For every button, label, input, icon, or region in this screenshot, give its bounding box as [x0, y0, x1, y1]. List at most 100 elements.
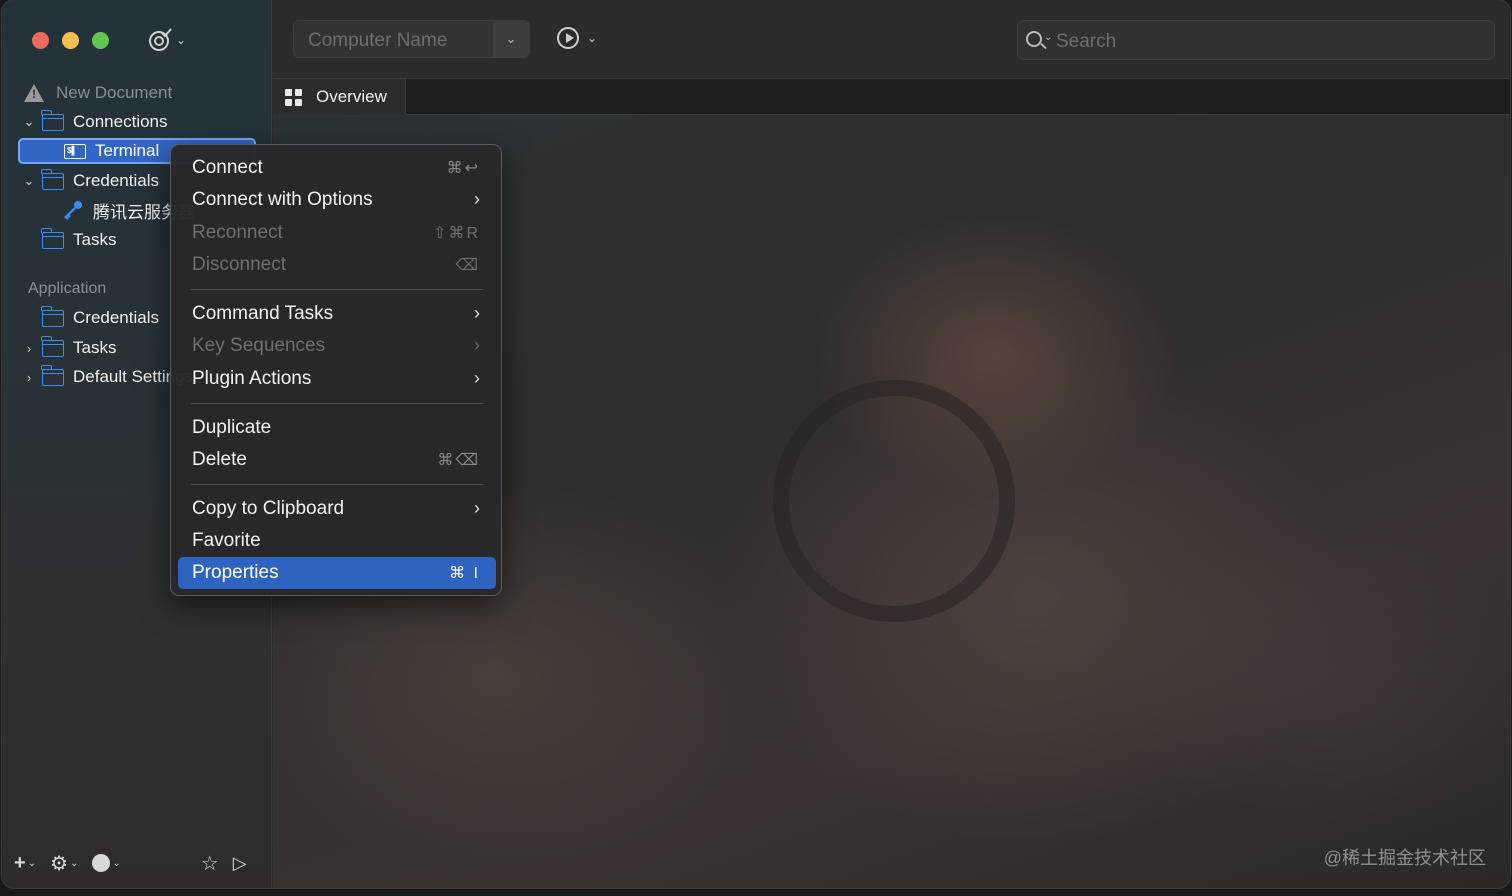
computer-name-placeholder: Computer Name [308, 30, 448, 51]
settings-menu-button[interactable]: ⚙ ⌄ [50, 851, 78, 876]
sidebar-item-tasks[interactable]: Tasks [41, 227, 117, 253]
chevron-right-icon: › [474, 498, 480, 518]
connect-play-button[interactable]: ⌄ [557, 27, 597, 49]
chevron-right-icon: › [474, 189, 480, 209]
chevron-right-icon: › [474, 368, 480, 388]
close-window-button[interactable] [32, 32, 49, 49]
play-circle-icon [557, 27, 579, 49]
zoom-window-button[interactable] [92, 32, 109, 49]
menu-item-label: Disconnect [192, 254, 286, 275]
menu-item-label: Plugin Actions [192, 368, 312, 389]
chevron-down-icon[interactable]: ⌄ [493, 21, 529, 57]
tab-bar: Overview [273, 78, 1510, 115]
shortcut-label: ⌫ [455, 257, 480, 274]
transfer-icon [92, 854, 111, 872]
tab-overview-label: Overview [316, 87, 387, 106]
search-field[interactable]: ⌄ Search [1017, 20, 1495, 60]
document-node[interactable]: New Document [24, 80, 172, 106]
target-check-icon [149, 28, 172, 51]
play-icon[interactable]: ▷ [233, 853, 247, 874]
plus-icon: + [14, 851, 26, 874]
menu-item-label: Duplicate [192, 417, 272, 438]
menu-item-command-tasks[interactable]: Command Tasks › [178, 298, 496, 330]
menu-item-label: Connect [192, 157, 263, 178]
minimize-window-button[interactable] [62, 32, 79, 49]
sidebar-item-credentials[interactable]: ⌄ Credentials [22, 168, 159, 194]
sidebar-item-app-credentials[interactable]: Credentials [41, 305, 159, 331]
chevron-down-icon[interactable]: ⌄ [22, 114, 36, 130]
menu-item-label: Properties [192, 562, 279, 583]
search-icon [1026, 31, 1042, 47]
window-controls [32, 32, 109, 49]
chevron-down-icon: ⌄ [112, 857, 121, 869]
chevron-down-icon[interactable]: ⌄ [22, 173, 36, 189]
sidebar-item-default-settings[interactable]: › Default Settings [22, 364, 193, 390]
menu-item-label: Connect with Options [192, 189, 373, 210]
chevron-right-icon: › [474, 303, 480, 323]
terminal-label: Terminal [95, 141, 160, 160]
watermark-text: @稀土掘金技术社区 [1323, 848, 1486, 868]
folder-icon [41, 305, 64, 327]
menu-item-properties[interactable]: Properties ⌘ I [178, 557, 496, 589]
chevron-down-icon: ⌄ [27, 857, 37, 869]
app-window: ⌄ New Document ⌄ Connections ⌄ Credentia… [2, 0, 1510, 888]
chevron-down-icon: ⌄ [1044, 32, 1053, 43]
connections-label: Connections [73, 112, 168, 131]
transfer-menu-button[interactable]: ⌄ [92, 854, 121, 872]
app-logo-watermark [773, 380, 1015, 622]
grid-icon [285, 88, 302, 106]
shortcut-label: ⌘↩ [446, 160, 480, 177]
menu-item-copy-to-clipboard[interactable]: Copy to Clipboard › [178, 493, 496, 525]
shortcut-label: ⇧⌘R [433, 225, 480, 242]
menu-item-label: Reconnect [192, 222, 283, 243]
add-button[interactable]: + ⌄ [14, 852, 36, 875]
menu-separator [191, 484, 483, 485]
warning-icon [24, 84, 44, 102]
menu-separator [191, 403, 483, 404]
menu-item-favorite[interactable]: Favorite [178, 525, 496, 557]
sync-menu-button[interactable]: ⌄ [148, 28, 194, 52]
app-tasks-label: Tasks [73, 338, 117, 357]
toolbar: Computer Name ⌄ ⌄ ⌄ Search [273, 0, 1510, 78]
menu-item-label: Command Tasks [192, 303, 334, 324]
folder-icon [41, 168, 64, 190]
menu-item-connect-with-options[interactable]: Connect with Options › [178, 184, 496, 216]
computer-name-combobox[interactable]: Computer Name ⌄ [293, 20, 530, 58]
menu-item-plugin-actions[interactable]: Plugin Actions › [178, 363, 496, 395]
favorite-star-icon[interactable]: ☆ [201, 851, 219, 876]
chevron-right-icon: › [474, 335, 480, 355]
folder-icon [41, 227, 64, 249]
key-icon [64, 201, 82, 220]
chevron-right-icon[interactable]: › [22, 341, 36, 356]
chevron-down-icon: ⌄ [176, 33, 187, 47]
gear-icon: ⚙ [50, 852, 69, 875]
terminal-icon: $▌ [64, 144, 86, 159]
context-menu: Connect ⌘↩ Connect with Options › Reconn… [170, 144, 502, 596]
sidebar-item-app-tasks[interactable]: › Tasks [22, 335, 116, 361]
chevron-down-icon: ⌄ [70, 857, 79, 869]
folder-icon [41, 109, 64, 131]
credentials-label: Credentials [73, 171, 159, 190]
menu-item-label: Favorite [192, 530, 261, 551]
folder-icon [41, 364, 64, 386]
chevron-down-icon: ⌄ [587, 31, 598, 45]
menu-item-delete[interactable]: Delete ⌘⌫ [178, 444, 496, 476]
search-placeholder: Search [1056, 31, 1117, 52]
menu-item-disconnect: Disconnect ⌫ [178, 249, 496, 281]
menu-item-reconnect: Reconnect ⇧⌘R [178, 217, 496, 249]
chevron-right-icon[interactable]: › [22, 370, 36, 385]
folder-icon [41, 335, 64, 357]
shortcut-label: ⌘⌫ [437, 452, 480, 469]
tasks-label: Tasks [73, 230, 117, 249]
sidebar-bottom-bar: + ⌄ ⚙ ⌄ ⌄ ☆ ▷ [14, 848, 264, 878]
menu-item-key-sequences: Key Sequences › [178, 330, 496, 362]
menu-item-duplicate[interactable]: Duplicate [178, 412, 496, 444]
tab-overview[interactable]: Overview [273, 79, 406, 115]
document-title: New Document [56, 83, 173, 102]
application-section-label: Application [28, 280, 107, 297]
menu-item-label: Delete [192, 449, 247, 470]
menu-item-label: Key Sequences [192, 335, 326, 356]
menu-item-connect[interactable]: Connect ⌘↩ [178, 152, 496, 184]
sidebar-item-connections[interactable]: ⌄ Connections [22, 109, 168, 135]
shortcut-label: ⌘ I [449, 565, 480, 582]
